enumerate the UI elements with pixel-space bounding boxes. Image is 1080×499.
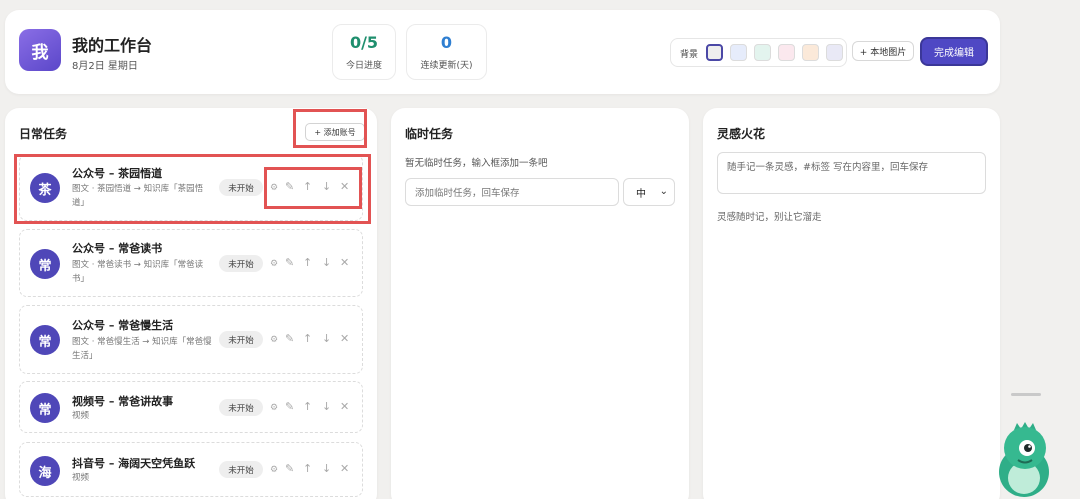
task-subtitle: 图文 · 常爸慢生活 → 知识库「常爸慢生活」 <box>72 337 212 361</box>
stat-progress-value: 0/5 <box>349 33 379 52</box>
task-subtitle: 图文 · 茶园悟道 → 知识库「茶园悟道」 <box>72 184 204 208</box>
header-bar: 我 我的工作台 8月2日 星期日 0/5 今日进度 0 连续更新(天) 背景 +… <box>5 10 1000 94</box>
settings-icon[interactable]: ⚙ <box>270 402 278 414</box>
floating-handle[interactable] <box>1011 393 1041 396</box>
bg-swatch-pink[interactable] <box>778 44 795 61</box>
task-card[interactable]: 常 视频号 – 常爸讲故事 视频 未开始 ⚙ ✎ ↑ ↓ ✕ <box>19 381 363 433</box>
settings-icon[interactable]: ⚙ <box>270 182 278 194</box>
settings-icon[interactable]: ⚙ <box>270 334 278 346</box>
local-image-button[interactable]: + 本地图片 <box>852 41 914 61</box>
move-up-icon[interactable]: ↑ <box>303 181 312 193</box>
background-label: 背景 <box>680 50 699 60</box>
task-card[interactable]: 茶 公众号 – 茶园悟道 图文 · 茶园悟道 → 知识库「茶园悟道」 未开始 ⚙… <box>19 154 363 221</box>
task-subtitle: 视频 <box>72 411 90 421</box>
page-title: 我的工作台 <box>72 36 153 55</box>
inspiration-input[interactable]: 随手记一条灵感，#标签 写在内容里，回车保存 <box>717 152 986 194</box>
move-down-icon[interactable]: ↓ <box>322 257 331 269</box>
task-avatar: 常 <box>30 325 60 355</box>
task-card[interactable]: 海 抖音号 – 海阔天空凭鱼跃 视频 未开始 ⚙ ✎ ↑ ↓ ✕ <box>19 442 363 497</box>
move-up-icon[interactable]: ↑ <box>303 401 312 413</box>
stat-progress-label: 今日进度 <box>345 61 382 71</box>
temp-tasks-panel: 临时任务 暂无临时任务，输入框添加一条吧 添加临时任务，回车保存 中 ⌄ <box>391 108 689 499</box>
stat-streak-label: 连续更新(天) <box>420 61 473 71</box>
status-badge: 未开始 <box>219 179 263 196</box>
bg-swatch-green[interactable] <box>754 44 771 61</box>
task-avatar: 茶 <box>30 173 60 203</box>
task-avatar: 常 <box>30 393 60 423</box>
stat-streak-value: 0 <box>440 33 453 52</box>
priority-select[interactable]: 中 ⌄ <box>623 178 675 206</box>
task-card[interactable]: 常 公众号 – 常爸慢生活 图文 · 常爸慢生活 → 知识库「常爸慢生活」 未开… <box>19 305 363 374</box>
task-title: 视频号 – 常爸讲故事 <box>72 395 174 408</box>
temp-task-input[interactable]: 添加临时任务，回车保存 <box>405 178 619 206</box>
stat-streak: 0 连续更新(天) <box>406 24 487 80</box>
settings-icon[interactable]: ⚙ <box>270 464 278 476</box>
status-badge: 未开始 <box>219 255 263 272</box>
mascot-icon[interactable] <box>996 420 1054 499</box>
bg-swatch-lavender[interactable] <box>826 44 843 61</box>
task-title: 公众号 – 常爸读书 <box>72 242 163 255</box>
task-subtitle: 图文 · 常爸读书 → 知识库「常爸读书」 <box>72 260 204 284</box>
task-avatar: 海 <box>30 456 60 486</box>
temp-tasks-empty-hint: 暂无临时任务，输入框添加一条吧 <box>405 158 548 169</box>
move-up-icon[interactable]: ↑ <box>303 463 312 475</box>
stat-progress: 0/5 今日进度 <box>332 24 396 80</box>
task-avatar: 常 <box>30 249 60 279</box>
edit-icon[interactable]: ✎ <box>285 257 294 269</box>
close-icon[interactable]: ✕ <box>340 181 349 193</box>
move-up-icon[interactable]: ↑ <box>303 257 312 269</box>
daily-tasks-title: 日常任务 <box>19 127 68 141</box>
edit-icon[interactable]: ✎ <box>285 401 294 413</box>
finish-edit-button[interactable]: 完成编辑 <box>922 39 986 64</box>
task-title: 公众号 – 茶园悟道 <box>72 167 163 180</box>
user-avatar[interactable]: 我 <box>19 29 61 71</box>
status-badge: 未开始 <box>219 331 263 348</box>
move-down-icon[interactable]: ↓ <box>322 463 331 475</box>
settings-icon[interactable]: ⚙ <box>270 258 278 270</box>
edit-icon[interactable]: ✎ <box>285 181 294 193</box>
temp-tasks-title: 临时任务 <box>405 127 454 141</box>
status-badge: 未开始 <box>219 461 263 478</box>
bg-swatch-gray[interactable] <box>706 44 723 61</box>
date-label: 8月2日 星期日 <box>72 61 138 72</box>
move-up-icon[interactable]: ↑ <box>303 333 312 345</box>
inspiration-empty-note: 灵感随时记，别让它溜走 <box>717 212 822 223</box>
background-picker: 背景 <box>670 38 847 67</box>
task-subtitle: 视频 <box>72 473 90 483</box>
add-account-button[interactable]: + 添加账号 <box>305 123 365 141</box>
bg-swatch-orange[interactable] <box>802 44 819 61</box>
priority-value: 中 <box>636 188 646 200</box>
move-down-icon[interactable]: ↓ <box>322 333 331 345</box>
edit-icon[interactable]: ✎ <box>285 463 294 475</box>
close-icon[interactable]: ✕ <box>340 257 349 269</box>
task-title: 公众号 – 常爸慢生活 <box>72 319 174 332</box>
bg-swatch-blue[interactable] <box>730 44 747 61</box>
chevron-down-icon: ⌄ <box>659 186 668 197</box>
task-card[interactable]: 常 公众号 – 常爸读书 图文 · 常爸读书 → 知识库「常爸读书」 未开始 ⚙… <box>19 229 363 297</box>
inspiration-panel: 灵感火花 随手记一条灵感，#标签 写在内容里，回车保存 灵感随时记，别让它溜走 <box>703 108 1000 499</box>
daily-tasks-panel: 日常任务 + 添加账号 茶 公众号 – 茶园悟道 图文 · 茶园悟道 → 知识库… <box>5 108 377 499</box>
task-title: 抖音号 – 海阔天空凭鱼跃 <box>72 457 196 470</box>
move-down-icon[interactable]: ↓ <box>322 401 331 413</box>
close-icon[interactable]: ✕ <box>340 401 349 413</box>
close-icon[interactable]: ✕ <box>340 463 349 475</box>
edit-icon[interactable]: ✎ <box>285 333 294 345</box>
close-icon[interactable]: ✕ <box>340 333 349 345</box>
move-down-icon[interactable]: ↓ <box>322 181 331 193</box>
status-badge: 未开始 <box>219 399 263 416</box>
inspiration-title: 灵感火花 <box>717 127 766 141</box>
